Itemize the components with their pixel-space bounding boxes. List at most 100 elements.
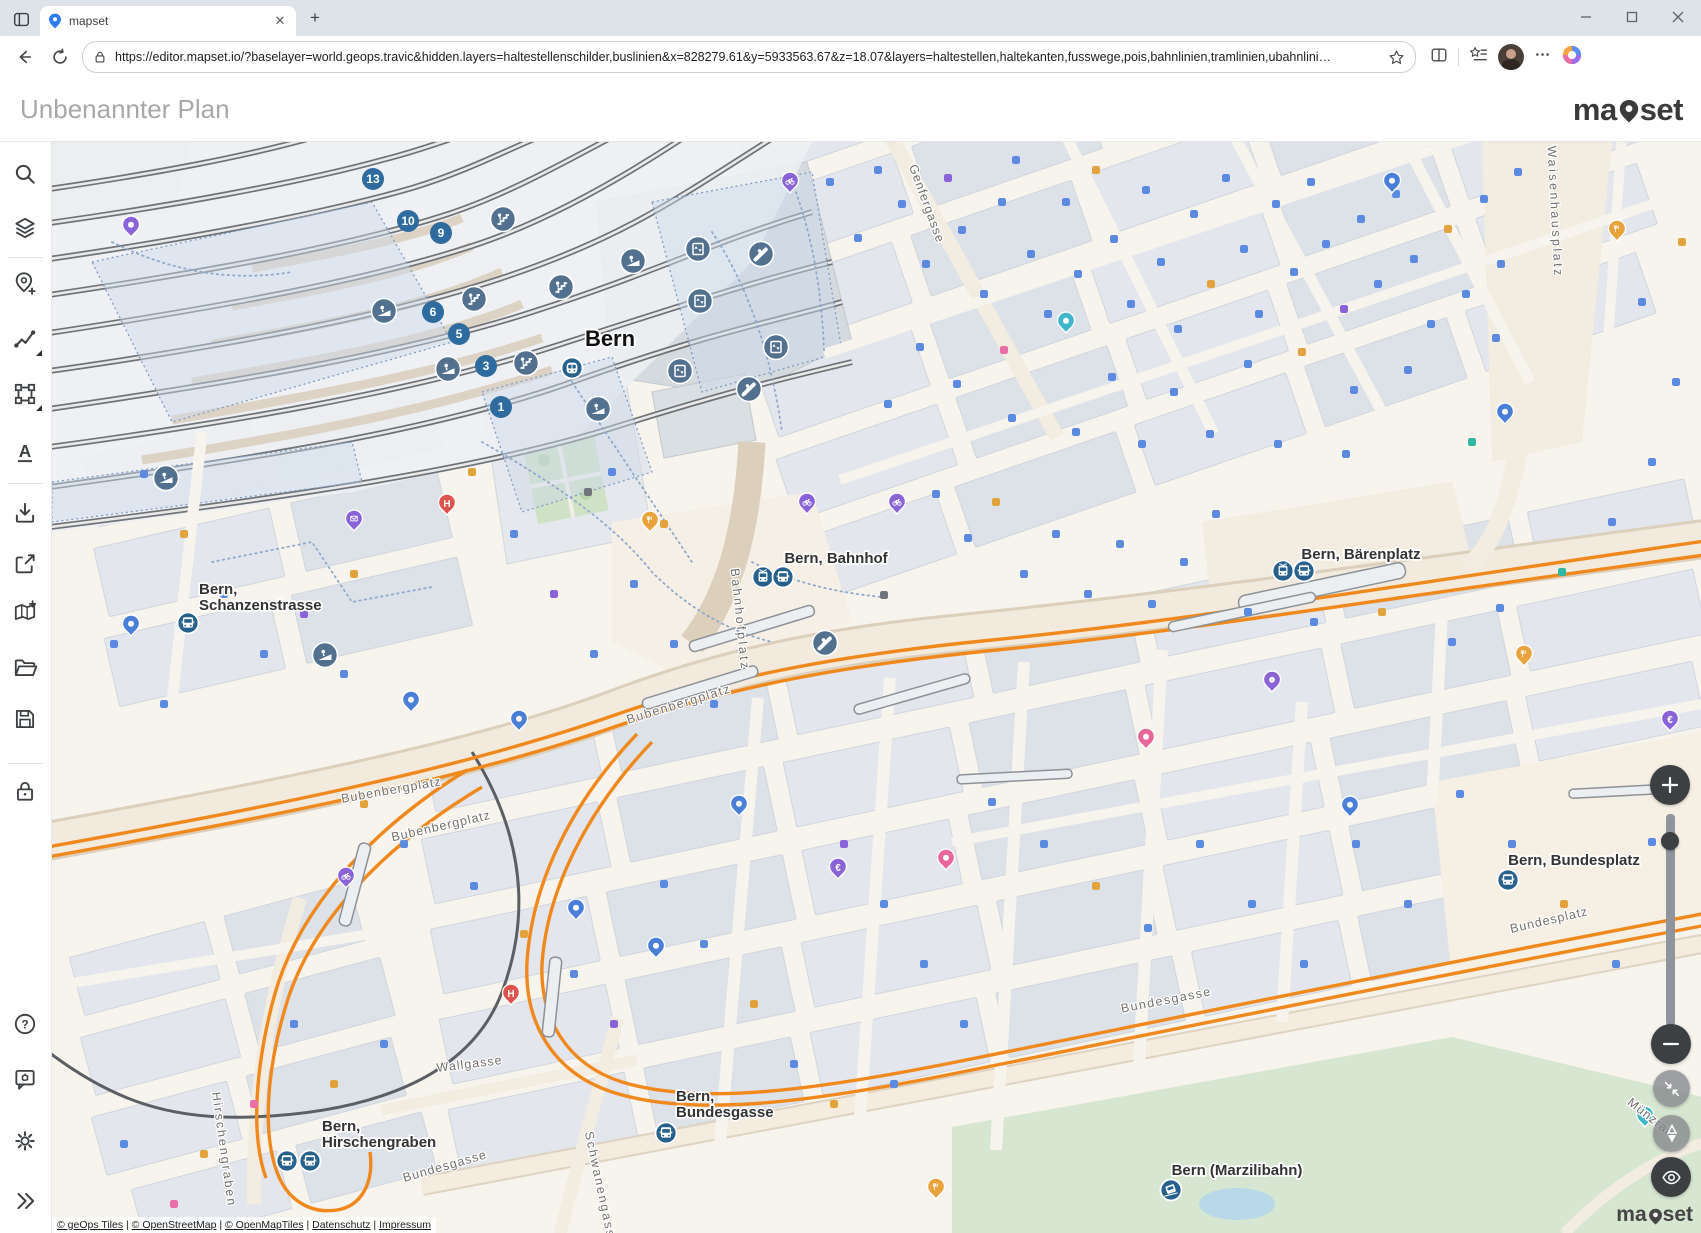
poi-dot <box>890 1080 898 1088</box>
poi-dot <box>1648 458 1656 466</box>
new-tab-button[interactable]: + <box>302 5 328 31</box>
window-minimize-button[interactable] <box>1563 0 1609 34</box>
fit-extent-button[interactable] <box>1653 1070 1690 1107</box>
favorites-bar-icon[interactable] <box>1469 45 1488 69</box>
poi-dot <box>1127 300 1135 308</box>
poi-dot <box>1012 156 1020 164</box>
bus-stop-icon[interactable] <box>1498 870 1519 891</box>
url-text[interactable]: https://editor.mapset.io/?baselayer=worl… <box>115 50 1380 64</box>
poi-dot <box>1092 882 1100 890</box>
poi-dot <box>1342 450 1350 458</box>
zoom-in-button[interactable] <box>1650 765 1690 805</box>
poi-dot <box>1244 608 1252 616</box>
more-menu-icon[interactable] <box>1534 46 1551 68</box>
draw-polygon-icon[interactable] <box>3 372 47 416</box>
download-icon[interactable] <box>3 491 47 535</box>
layers-icon[interactable] <box>3 206 47 250</box>
app-header: maset <box>0 78 1701 142</box>
poi-dot <box>1340 305 1348 313</box>
attribution-link[interactable]: © OpenStreetMap <box>132 1219 217 1231</box>
svg-text:1: 1 <box>498 400 505 414</box>
plan-title-input[interactable] <box>18 93 1573 126</box>
poi-dot <box>660 520 668 528</box>
attribution-link[interactable]: Datenschutz <box>312 1219 370 1231</box>
poi-dot <box>1108 373 1116 381</box>
favorite-star-icon[interactable] <box>1388 49 1405 66</box>
poi-dot <box>630 580 638 588</box>
poi-dot <box>1508 840 1516 848</box>
poi-dot <box>1448 638 1456 646</box>
poi-dot <box>944 174 952 182</box>
add-text-icon[interactable]: A <box>3 431 47 475</box>
city-label: Bern <box>585 326 635 351</box>
poi-dot <box>260 650 268 658</box>
new-map-icon[interactable] <box>3 590 47 634</box>
back-icon[interactable] <box>10 43 38 71</box>
feedback-icon[interactable] <box>3 1057 47 1101</box>
poi-dot <box>1612 960 1620 968</box>
bus-stop-icon[interactable] <box>178 613 199 634</box>
tram-stop-icon[interactable] <box>753 567 774 588</box>
platform-number-badge: 3 <box>475 355 497 377</box>
poi-dot <box>1244 360 1252 368</box>
tab-close-icon[interactable]: ✕ <box>272 13 288 29</box>
poi-dot <box>1000 346 1008 354</box>
platform-number-badge: 6 <box>422 301 444 323</box>
train-stop-icon[interactable] <box>562 358 583 379</box>
bus-stop-icon[interactable] <box>656 1123 677 1144</box>
browser-tab[interactable]: mapset ✕ <box>40 6 296 36</box>
poi-dot <box>874 166 882 174</box>
poi-dot <box>1492 334 1500 342</box>
poi-dot <box>920 960 928 968</box>
tram-stop-icon[interactable] <box>1273 561 1294 582</box>
poi-dot <box>250 1100 258 1108</box>
search-icon[interactable] <box>3 152 47 196</box>
poi-dot <box>1272 200 1280 208</box>
url-bar[interactable]: https://editor.mapset.io/?baselayer=worl… <box>82 41 1416 73</box>
attribution-bar: © geOps Tiles | © OpenStreetMap | © Open… <box>52 1217 436 1233</box>
poi-dot <box>670 640 678 648</box>
poi-dot <box>1255 310 1263 318</box>
poi-dot <box>110 640 118 648</box>
profile-avatar[interactable] <box>1498 44 1524 70</box>
poi-dot <box>992 498 1000 506</box>
save-icon[interactable] <box>3 697 47 741</box>
bus-stop-icon[interactable] <box>1294 561 1315 582</box>
funi-stop-icon[interactable] <box>1161 1180 1182 1201</box>
add-pin-icon[interactable] <box>3 261 47 305</box>
attribution-link[interactable]: Impressum <box>379 1219 431 1231</box>
attribution-link[interactable]: © OpenMapTiles <box>225 1219 304 1231</box>
window-close-button[interactable] <box>1655 0 1701 34</box>
stairs-icon <box>549 275 574 300</box>
lock-icon[interactable] <box>3 769 47 813</box>
map-svg[interactable]: €€HH 131096531 BernBern, BahnhofBern,Sch… <box>52 142 1701 1233</box>
zoom-out-button[interactable] <box>1651 1024 1691 1064</box>
poi-dot <box>1290 268 1298 276</box>
visibility-button[interactable] <box>1651 1157 1691 1197</box>
attribution-link[interactable]: © geOps Tiles <box>57 1219 123 1231</box>
bus-stop-icon[interactable] <box>773 567 794 588</box>
compass-button[interactable] <box>1653 1115 1690 1152</box>
lock-ssl-icon[interactable] <box>93 50 107 64</box>
stop-label: Bern, Bärenplatz <box>1301 546 1420 563</box>
poi-dot <box>1222 174 1230 182</box>
help-icon[interactable]: ? <box>3 1002 47 1046</box>
window-maximize-button[interactable] <box>1609 0 1655 34</box>
draw-route-icon[interactable] <box>3 317 47 361</box>
poi-dot <box>550 590 558 598</box>
bus-stop-icon[interactable] <box>300 1151 321 1172</box>
bus-stop-icon[interactable] <box>277 1151 298 1172</box>
share-icon[interactable] <box>3 542 47 586</box>
map-canvas-area[interactable]: €€HH 131096531 BernBern, BahnhofBern,Sch… <box>52 142 1701 1233</box>
collapse-sidebar-icon[interactable] <box>3 1179 47 1223</box>
poi-dot <box>898 200 906 208</box>
copilot-icon[interactable] <box>1561 44 1583 71</box>
zoom-slider-thumb[interactable] <box>1661 832 1679 850</box>
split-screen-icon[interactable] <box>1430 46 1448 69</box>
poi-dot <box>1298 348 1306 356</box>
tab-actions-icon[interactable] <box>8 6 34 32</box>
open-plan-icon[interactable] <box>3 646 47 690</box>
settings-icon[interactable] <box>3 1119 47 1163</box>
poi-dot <box>998 198 1006 206</box>
refresh-icon[interactable] <box>46 43 74 71</box>
